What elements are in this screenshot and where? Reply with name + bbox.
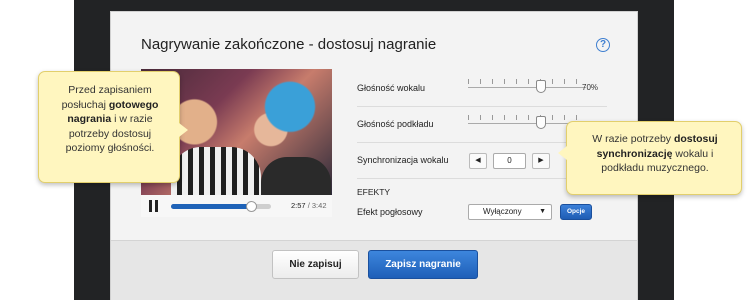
dropdown-caret-icon: ▼ [539,208,546,215]
time-separator: / [307,201,310,210]
reverb-label: Efekt pogłosowy [357,207,423,217]
slider-track [468,87,586,88]
sync-increase-button[interactable]: ▶ [532,153,550,169]
vocal-volume-label: Głośność wokalu [357,83,426,93]
video-controls: 2:57 / 3:42 [141,195,332,217]
vocal-volume-value: 70% [582,83,599,92]
backing-volume-label: Głośność podkładu [357,119,434,129]
pause-button[interactable] [147,199,161,213]
reverb-selected-value: Wyłączony [483,207,522,216]
vocal-volume-slider[interactable] [468,79,586,93]
sync-value-input[interactable]: 0 [493,153,526,169]
seek-bar-handle[interactable] [246,201,257,212]
reverb-select[interactable]: Wyłączony ▼ [468,204,552,220]
callout-text: W razie potrzeby [592,133,674,145]
tooltip-callout-left: Przed zapisaniem posłuchaj gotowego nagr… [38,71,188,183]
sync-decrease-button[interactable]: ◀ [469,153,487,169]
dont-save-button[interactable]: Nie zapisuj [272,250,359,279]
seek-bar-fill [171,204,251,209]
seek-bar[interactable] [171,201,271,212]
effects-heading: EFEKTY [357,187,391,197]
backing-volume-handle[interactable] [536,116,547,129]
video-image-detail [171,147,261,195]
save-recording-button[interactable]: Zapisz nagranie [368,250,478,279]
divider [357,106,607,107]
vocal-volume-handle[interactable] [536,80,547,93]
help-icon[interactable]: ? [596,38,610,52]
pause-icon [155,200,158,212]
dialog-title: Nagrywanie zakończone - dostosuj nagrani… [141,36,437,53]
sync-label: Synchronizacja wokalu [357,155,449,165]
pause-icon [149,200,152,212]
arrow-right-icon: ▶ [538,157,544,164]
arrow-left-icon: ◀ [475,157,481,164]
slider-ticks [468,115,586,120]
time-current: 2:57 [291,201,306,210]
video-image-detail [261,157,331,195]
slider-ticks [468,79,586,84]
reverb-options-button[interactable]: Opcje [560,204,592,220]
playback-time: 2:57 / 3:42 [291,201,327,210]
time-total: 3:42 [311,201,327,210]
tooltip-callout-right: W razie potrzeby dostosuj synchronizację… [558,121,742,195]
